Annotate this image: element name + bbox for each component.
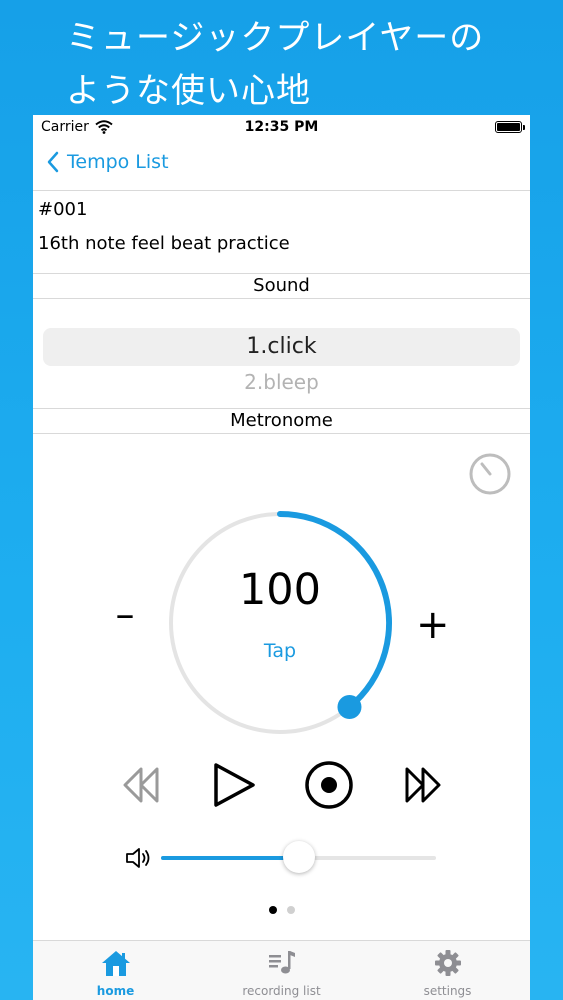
page-indicator[interactable] [33, 906, 530, 914]
page-dot[interactable] [286, 906, 295, 914]
increase-tempo-button[interactable]: + [416, 605, 450, 645]
tempo-number: #001 [38, 199, 88, 220]
phone-screen: Carrier 12:35 PM Tempo List #001 16th no… [33, 115, 530, 1000]
music-list-icon [268, 951, 295, 974]
navigation-bar: Tempo List [33, 139, 530, 191]
back-button[interactable]: Tempo List [47, 151, 169, 173]
promo-caption: ミュージックプレイヤーの ような使い心地 [66, 12, 484, 118]
sound-option-click[interactable]: 1.click [33, 334, 530, 359]
gear-icon [434, 950, 461, 976]
back-button-label: Tempo List [67, 151, 169, 173]
volume-slider-knob[interactable] [282, 841, 315, 873]
divider [33, 298, 530, 299]
play-icon[interactable] [211, 761, 259, 809]
tab-settings-label: settings [423, 984, 472, 998]
tab-recording-list[interactable]: recording list [199, 949, 364, 998]
tab-home-label: home [96, 984, 135, 998]
tempo-dial[interactable] [166, 509, 394, 737]
sound-section-label: Sound [253, 275, 310, 296]
record-icon[interactable] [303, 759, 355, 811]
tab-settings[interactable]: settings [365, 949, 530, 998]
home-icon [101, 951, 130, 976]
rewind-icon[interactable] [121, 765, 163, 805]
tab-home[interactable]: home [33, 949, 198, 998]
divider [33, 433, 530, 434]
bpm-value: 100 [238, 565, 322, 615]
decrease-tempo-button[interactable]: – [111, 592, 139, 636]
timer-icon[interactable] [468, 452, 512, 500]
tab-recording-list-label: recording list [242, 984, 321, 998]
tap-button[interactable]: Tap [166, 640, 394, 662]
divider [33, 273, 530, 274]
tempo-title: 16th note feel beat practice [38, 233, 290, 254]
volume-slider[interactable] [161, 841, 436, 873]
sound-option-bleep[interactable]: 2.bleep [33, 370, 530, 394]
clock: 12:35 PM [244, 119, 319, 135]
volume-icon [126, 848, 150, 868]
promo-line-2: ような使い心地 [66, 71, 311, 111]
chevron-left-icon [47, 151, 59, 173]
tab-bar: home recording list settings [33, 940, 530, 1000]
battery-icon [495, 121, 525, 133]
fast-forward-icon[interactable] [401, 765, 443, 805]
divider [33, 408, 530, 409]
status-bar: Carrier 12:35 PM [33, 115, 530, 139]
volume-slider-fill [161, 856, 299, 860]
dial-knob[interactable] [337, 694, 362, 719]
metronome-section-label: Metronome [230, 410, 333, 431]
page-dot[interactable] [268, 906, 277, 914]
promo-line-1: ミュージックプレイヤーの [66, 18, 485, 58]
